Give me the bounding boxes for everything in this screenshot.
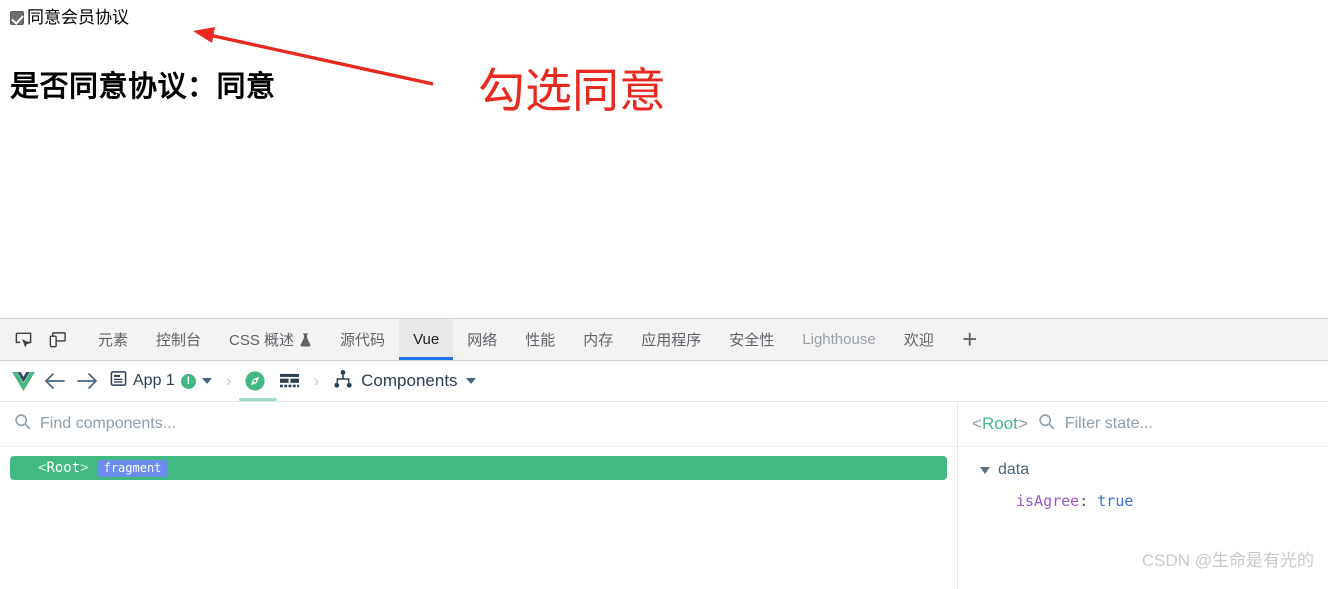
chevron-down-icon[interactable] <box>201 378 212 384</box>
component-tree-icon <box>333 369 353 394</box>
tab-label: Lighthouse <box>802 331 876 348</box>
state-pane-header: <Root> Filter state... <box>958 402 1328 447</box>
vue-devtools-toolbar: App 1 ! › › Components <box>0 361 1328 402</box>
red-annotation-arrow <box>193 27 434 86</box>
tab-label: 应用程序 <box>641 332 702 349</box>
web-page-viewport: 同意会员协议 是否同意协议：同意 勾选同意 <box>0 0 1328 318</box>
experiment-flask-icon <box>299 332 312 347</box>
tab-内存[interactable]: 内存 <box>569 319 627 360</box>
annotation-text: 勾选同意 <box>478 64 666 117</box>
state-entry[interactable]: isAgree: true <box>1016 492 1314 510</box>
chevron-down-icon[interactable] <box>465 378 476 384</box>
tab-label: Vue <box>413 331 440 348</box>
compass-icon[interactable] <box>239 363 278 401</box>
tab-label: 安全性 <box>729 332 775 349</box>
caret-down-icon[interactable] <box>980 466 990 474</box>
tab-label: 性能 <box>525 332 556 349</box>
state-entry-separator: : <box>1079 492 1089 510</box>
tab-label: 内存 <box>583 332 614 349</box>
tree-item-tag: <Root> <box>38 460 89 476</box>
tab-安全性[interactable]: 安全性 <box>715 319 788 360</box>
screenshot-root: 同意会员协议 是否同意协议：同意 勾选同意 元素 控制台 CSS 概述 源代码 … <box>0 0 1328 589</box>
tab-Vue[interactable]: Vue <box>399 319 454 360</box>
tab-源代码[interactable]: 源代码 <box>326 319 399 360</box>
inspect-element-icon[interactable] <box>6 319 40 360</box>
component-tree: <Root> fragment <box>0 447 957 480</box>
search-icon <box>1038 413 1055 435</box>
tab-欢迎[interactable]: 欢迎 <box>890 319 948 360</box>
components-pane: Find components... <Root> fragment <box>0 402 958 589</box>
state-group-data[interactable]: data <box>980 461 1314 479</box>
tab-性能[interactable]: 性能 <box>511 319 569 360</box>
devtools-tab-list: 元素 控制台 CSS 概述 源代码 Vue 网络 性能 内存 应用程序 安全性 Lighthouse… <box>84 319 948 360</box>
view-selector[interactable]: Components <box>327 369 481 394</box>
vue-logo-icon <box>8 365 38 397</box>
tab-label: 控制台 <box>156 332 202 349</box>
tab-label: CSS 概述 <box>229 332 295 349</box>
state-list: data isAgree: true <box>958 447 1328 510</box>
app-document-icon <box>110 370 127 392</box>
state-entry-value: true <box>1097 492 1134 510</box>
tab-Lighthouse[interactable]: Lighthouse <box>788 319 889 360</box>
devtools-content: Find components... <Root> fragment <Root… <box>0 402 1328 589</box>
devtools-tabbar: 元素 控制台 CSS 概述 源代码 Vue 网络 性能 内存 应用程序 安全性 Lighthouse… <box>0 318 1328 361</box>
tab-label: 欢迎 <box>903 332 934 349</box>
state-group-title: data <box>998 461 1030 478</box>
find-components-input[interactable]: Find components... <box>40 415 176 433</box>
csdn-watermark: CSDN @生命是有光的 <box>1141 551 1314 570</box>
add-panel-button[interactable]: + <box>948 319 992 360</box>
tab-元素[interactable]: 元素 <box>84 319 142 360</box>
app-name-label: App 1 <box>133 372 175 389</box>
tab-网络[interactable]: 网络 <box>453 319 511 360</box>
app-selector[interactable]: App 1 ! <box>104 365 218 397</box>
search-icon <box>14 413 31 435</box>
devtools-panel: 元素 控制台 CSS 概述 源代码 Vue 网络 性能 内存 应用程序 安全性 Lighthouse… <box>0 318 1328 589</box>
tab-label: 元素 <box>98 332 129 349</box>
app-warning-badge[interactable]: ! <box>180 373 196 389</box>
agree-checkbox-row[interactable]: 同意会员协议 <box>10 9 129 26</box>
state-entry-key: isAgree <box>1016 492 1080 510</box>
device-toolbar-icon[interactable] <box>40 319 74 360</box>
timeline-grid-icon[interactable] <box>273 363 305 399</box>
tab-label: 网络 <box>467 332 498 349</box>
state-pane-component-name: <Root> <box>972 414 1028 433</box>
tab-label: 源代码 <box>340 332 386 349</box>
tab-应用程序[interactable]: 应用程序 <box>627 319 715 360</box>
toolbar-separator-2: › <box>313 371 320 390</box>
tab-控制台[interactable]: 控制台 <box>142 319 215 360</box>
toolbar-separator-1: › <box>225 371 232 390</box>
tree-item-root[interactable]: <Root> fragment <box>10 456 947 480</box>
filter-state-input[interactable]: Filter state... <box>1065 415 1153 433</box>
agree-checkbox-label: 同意会员协议 <box>27 8 129 27</box>
agree-checkbox[interactable] <box>10 10 24 25</box>
tree-item-badge: fragment <box>96 459 169 477</box>
view-selector-label: Components <box>361 371 458 390</box>
nav-back-button[interactable] <box>40 365 70 397</box>
tab-CSS 概述[interactable]: CSS 概述 <box>215 319 326 360</box>
nav-forward-button[interactable] <box>72 365 102 397</box>
find-components-row[interactable]: Find components... <box>0 402 957 447</box>
